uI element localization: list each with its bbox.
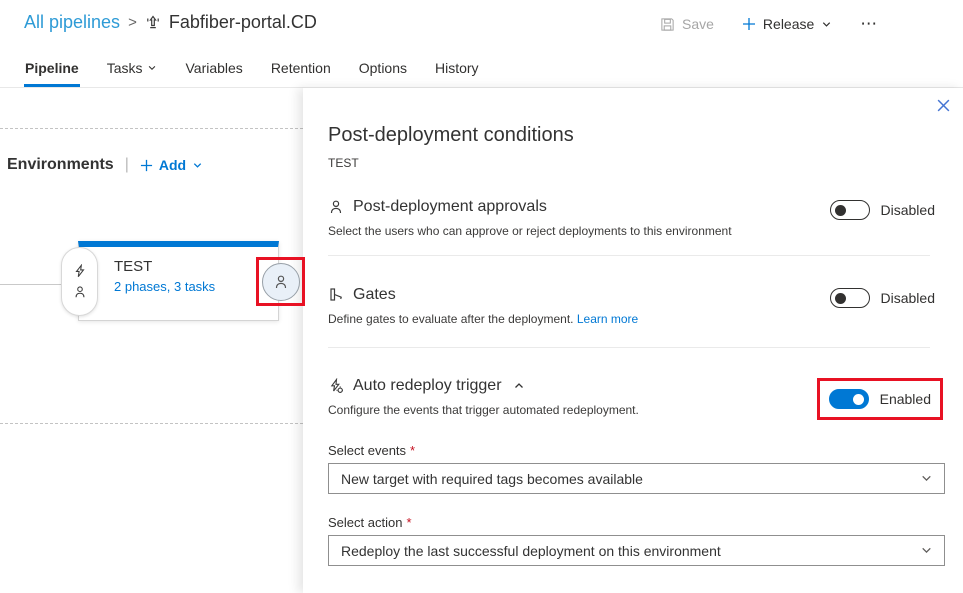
release-pipeline-icon	[145, 15, 161, 31]
release-button[interactable]: Release	[742, 16, 832, 32]
chevron-down-icon	[192, 160, 203, 171]
lightning-gear-icon	[328, 378, 344, 394]
close-icon[interactable]	[933, 95, 954, 116]
section-gates: Gates Define gates to evaluate after the…	[328, 286, 793, 326]
environment-tasks-link[interactable]: 2 phases, 3 tasks	[114, 279, 215, 294]
enabled-toggle-highlight-box: Enabled	[817, 378, 943, 420]
section-title: Auto redeploy trigger	[353, 377, 502, 395]
environment-card-test[interactable]: TEST 2 phases, 3 tasks	[78, 241, 279, 321]
header-divider: |	[125, 156, 129, 174]
breadcrumb-separator: >	[128, 14, 137, 31]
more-options-button[interactable]: ⋯	[860, 14, 879, 34]
breadcrumb: All pipelines > Fabfiber-portal.CD	[24, 12, 317, 33]
approvals-toggle[interactable]	[830, 200, 870, 220]
save-button[interactable]: Save	[660, 16, 714, 32]
person-icon	[328, 199, 344, 215]
tab-options[interactable]: Options	[358, 56, 408, 87]
select-events-dropdown[interactable]: New target with required tags becomes av…	[328, 463, 945, 494]
add-environment-button[interactable]: Add	[140, 157, 203, 173]
section-title: Gates	[353, 286, 396, 304]
gate-icon	[328, 287, 344, 303]
section-divider	[328, 347, 930, 348]
section-description: Define gates to evaluate after the deplo…	[328, 312, 574, 326]
select-action-label: Select action*	[328, 515, 412, 530]
environment-connector-line	[0, 284, 63, 285]
release-label: Release	[763, 16, 814, 32]
environments-label: Environments	[7, 156, 114, 174]
person-icon	[73, 285, 87, 299]
plus-icon	[140, 159, 153, 172]
chevron-down-icon	[821, 19, 832, 30]
pre-deployment-conditions-badge[interactable]	[61, 247, 98, 316]
toggle-state-label: Disabled	[881, 290, 935, 306]
breadcrumb-all-pipelines-link[interactable]: All pipelines	[24, 12, 120, 33]
chevron-down-icon	[920, 472, 933, 485]
required-asterisk: *	[406, 515, 411, 530]
pipeline-name: Fabfiber-portal.CD	[169, 12, 317, 33]
section-divider	[328, 255, 930, 256]
person-icon	[273, 274, 289, 290]
auto-redeploy-toggle[interactable]	[829, 389, 869, 409]
lightning-icon	[73, 264, 87, 278]
approvals-toggle-group: Disabled	[830, 200, 935, 220]
selected-value: Redeploy the last successful deployment …	[341, 543, 721, 559]
canvas-dashed-border	[0, 128, 303, 129]
command-bar: Save Release ⋯	[660, 14, 879, 34]
chevron-down-icon	[920, 544, 933, 557]
pipeline-canvas: Environments | Add TEST 2 phases, 3 task…	[0, 88, 303, 593]
save-label: Save	[682, 16, 714, 32]
learn-more-link[interactable]: Learn more	[577, 312, 638, 326]
toggle-state-label: Enabled	[880, 391, 931, 407]
post-deployment-conditions-panel: Post-deployment conditions TEST Post-dep…	[303, 88, 963, 593]
chevron-down-icon	[147, 63, 157, 73]
environment-name: TEST	[114, 258, 270, 275]
selected-value: New target with required tags becomes av…	[341, 471, 643, 487]
section-title: Post-deployment approvals	[353, 198, 547, 216]
section-description: Select the users who can approve or reje…	[328, 224, 793, 238]
tab-pipeline[interactable]: Pipeline	[24, 56, 80, 87]
toggle-state-label: Disabled	[881, 202, 935, 218]
required-asterisk: *	[410, 443, 415, 458]
plus-icon	[742, 17, 756, 31]
post-deployment-conditions-button[interactable]	[262, 263, 300, 301]
tab-bar: Pipeline Tasks Variables Retention Optio…	[0, 56, 963, 88]
canvas-dashed-border	[0, 423, 303, 424]
gates-toggle[interactable]	[830, 288, 870, 308]
environments-header: Environments | Add	[7, 156, 203, 174]
section-description: Configure the events that trigger automa…	[328, 403, 793, 417]
select-action-dropdown[interactable]: Redeploy the last successful deployment …	[328, 535, 945, 566]
tab-variables[interactable]: Variables	[184, 56, 243, 87]
chevron-up-icon[interactable]	[513, 380, 525, 392]
panel-title: Post-deployment conditions	[328, 124, 574, 147]
section-post-deployment-approvals: Post-deployment approvals Select the use…	[328, 198, 793, 238]
gates-toggle-group: Disabled	[830, 288, 935, 308]
section-auto-redeploy-trigger: Auto redeploy trigger Configure the even…	[328, 377, 793, 417]
save-icon	[660, 17, 675, 32]
tab-retention[interactable]: Retention	[270, 56, 332, 87]
tab-tasks[interactable]: Tasks	[106, 56, 159, 87]
panel-subtitle: TEST	[328, 156, 359, 170]
select-events-label: Select events*	[328, 443, 415, 458]
tab-history[interactable]: History	[434, 56, 480, 87]
